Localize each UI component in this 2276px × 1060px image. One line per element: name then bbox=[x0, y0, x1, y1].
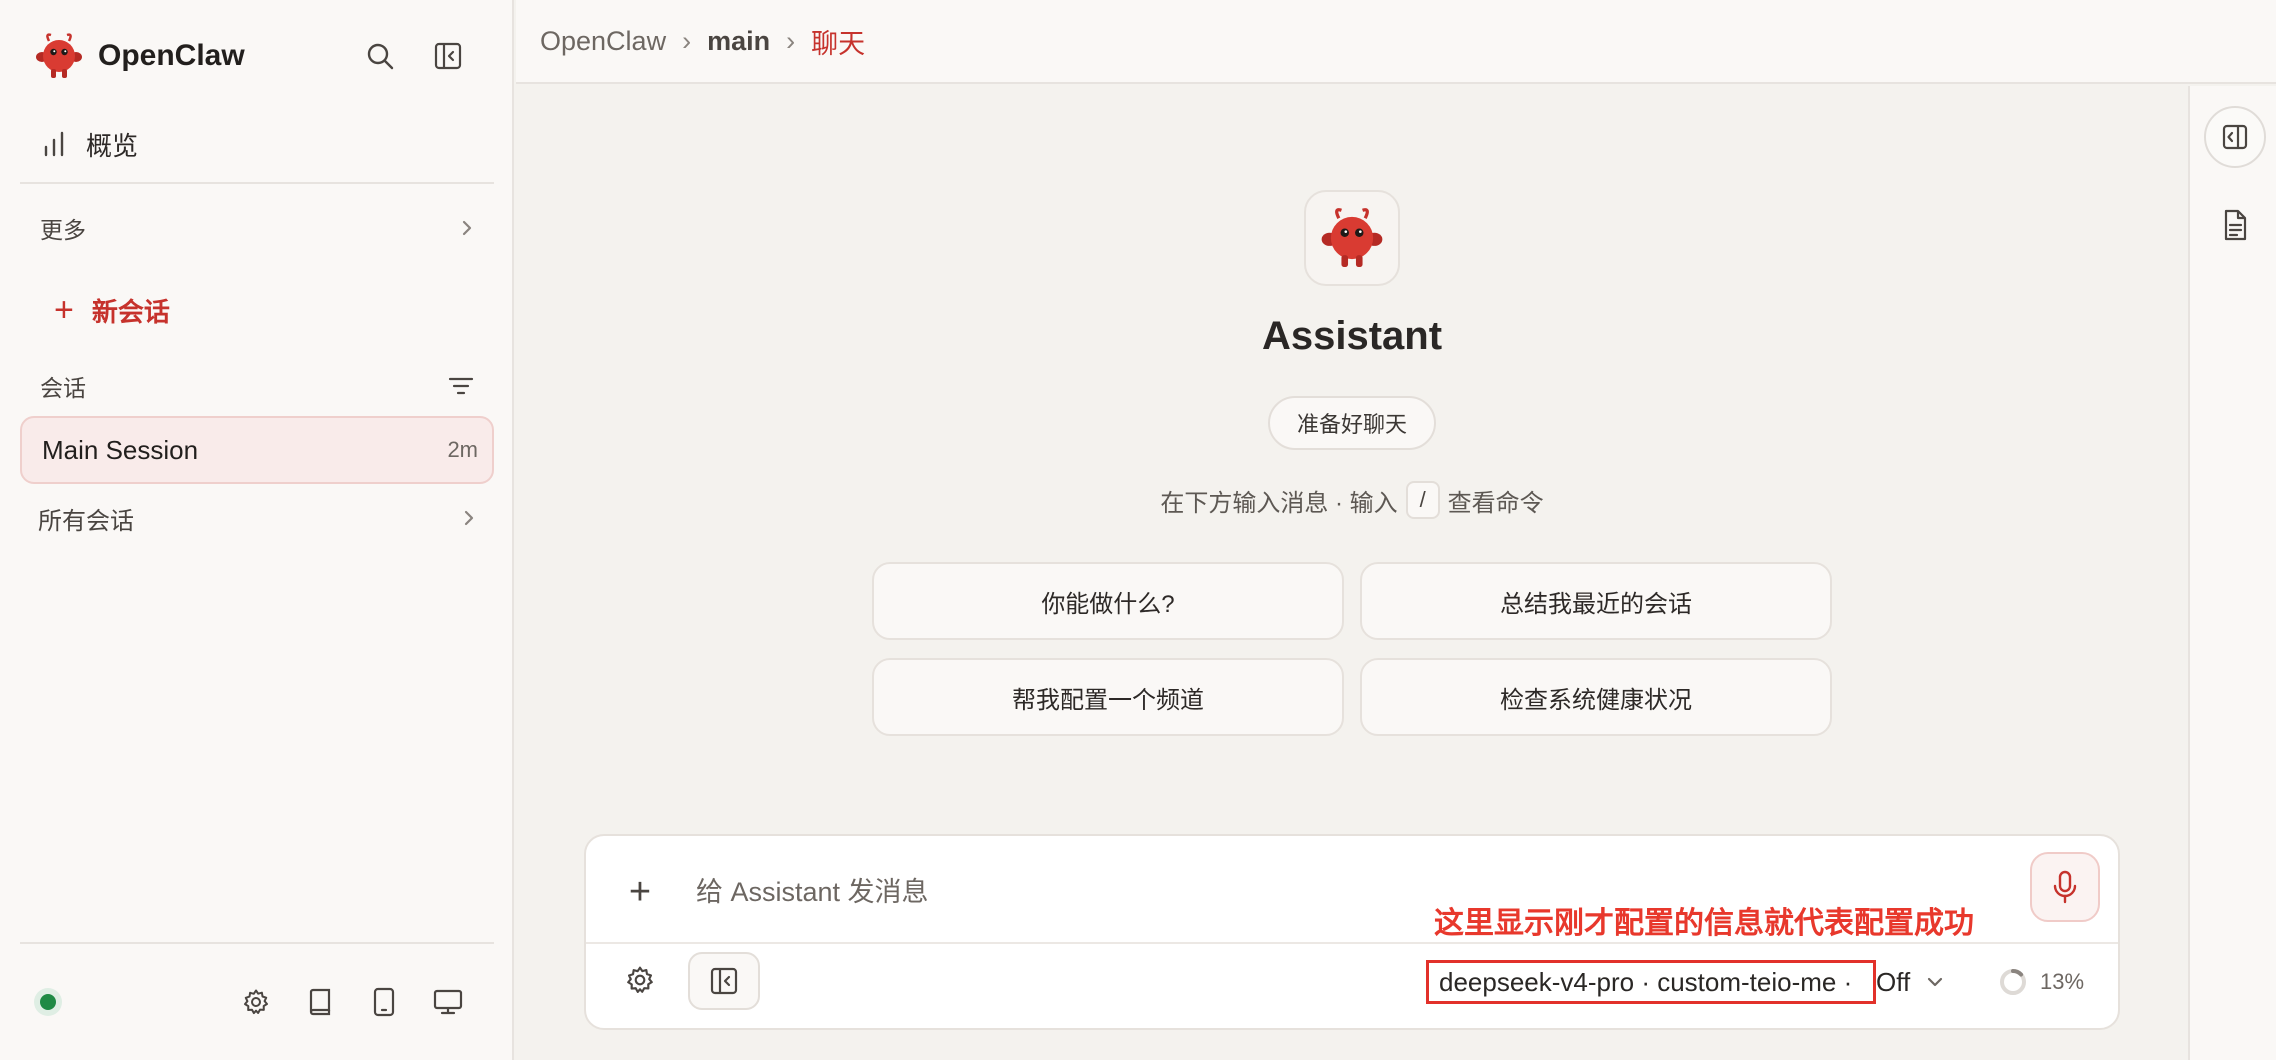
chevron-down-icon bbox=[1928, 977, 1943, 987]
progress-ring-icon bbox=[2000, 969, 2026, 995]
toggle-right-panel-button[interactable] bbox=[2204, 106, 2266, 168]
session-age: 2m bbox=[447, 437, 478, 462]
sidebar-toggle-icon bbox=[434, 42, 462, 70]
desktop-view-button[interactable] bbox=[424, 978, 472, 1026]
voice-input-button[interactable] bbox=[2030, 852, 2100, 922]
hint-text-after: 查看命令 bbox=[1447, 489, 1544, 517]
tablet-icon bbox=[373, 987, 395, 1017]
breadcrumb-agent[interactable]: main bbox=[707, 26, 770, 57]
session-item-main[interactable]: Main Session 2m bbox=[20, 416, 494, 484]
nav-overview-label: 概览 bbox=[86, 130, 139, 161]
app-name: OpenClaw bbox=[98, 39, 245, 72]
suggestion-summarize-sessions[interactable]: 总结我最近的会话 bbox=[1360, 562, 1832, 640]
sessions-header-label: 会话 bbox=[40, 375, 86, 401]
mic-icon bbox=[2053, 870, 2077, 904]
chevron-right-icon bbox=[462, 220, 472, 236]
composer-settings-button[interactable] bbox=[616, 956, 664, 1004]
suggestion-configure-channel[interactable]: 帮我配置一个频道 bbox=[872, 658, 1344, 736]
gear-icon bbox=[627, 966, 653, 993]
hint-text-before: 在下方输入消息 · 输入 bbox=[1160, 489, 1398, 517]
attach-button[interactable]: + bbox=[624, 873, 656, 911]
nav-overview[interactable]: 概览 bbox=[20, 116, 494, 172]
breadcrumb: OpenClaw › main › 聊天 bbox=[516, 0, 2276, 84]
openclaw-logo-icon bbox=[36, 33, 82, 78]
docs-button[interactable] bbox=[296, 978, 344, 1026]
more-label: 更多 bbox=[40, 217, 86, 243]
toggle-panel-button[interactable] bbox=[688, 952, 760, 1010]
more-section[interactable]: 更多 bbox=[20, 204, 494, 252]
document-panel-button[interactable] bbox=[2204, 194, 2266, 256]
search-button[interactable] bbox=[356, 32, 404, 80]
composer-hint: 在下方输入消息 · 输入 / 查看命令 bbox=[952, 478, 1752, 522]
thinking-value: Off bbox=[1876, 966, 1911, 997]
bar-chart-icon bbox=[44, 131, 64, 157]
slash-key: / bbox=[1405, 481, 1440, 519]
sidebar: OpenClaw 概览 更多 + 新会话 会话 Main Session 2m … bbox=[0, 0, 514, 1060]
book-icon bbox=[309, 988, 331, 1016]
sidebar-divider bbox=[20, 182, 494, 184]
brand[interactable]: OpenClaw bbox=[34, 30, 245, 82]
connection-status-indicator bbox=[34, 988, 62, 1016]
filter-sessions-button[interactable] bbox=[448, 375, 474, 397]
monitor-icon bbox=[433, 989, 463, 1015]
document-icon bbox=[2224, 209, 2247, 241]
breadcrumb-root[interactable]: OpenClaw bbox=[540, 26, 666, 57]
annotation-note: 这里显示刚才配置的信息就代表配置成功 bbox=[1434, 907, 1974, 940]
session-title: Main Session bbox=[42, 434, 199, 465]
sidebar-footer-divider bbox=[20, 942, 494, 944]
assistant-avatar bbox=[1304, 190, 1400, 286]
breadcrumb-separator: › bbox=[786, 25, 796, 56]
sidebar-toggle-icon bbox=[710, 967, 738, 995]
tablet-view-button[interactable] bbox=[360, 978, 408, 1026]
suggestion-what-can-you-do[interactable]: 你能做什么? bbox=[872, 562, 1344, 640]
message-composer: + 这里显示刚才配置的信息就代表配置成功 deepseek-v4-pro · c… bbox=[584, 834, 2120, 1030]
assistant-name: Assistant bbox=[1261, 314, 1443, 358]
search-icon bbox=[367, 43, 394, 70]
new-chat-label: 新会话 bbox=[91, 296, 170, 327]
right-rail bbox=[2188, 86, 2276, 1060]
breadcrumb-current: 聊天 bbox=[811, 28, 866, 59]
context-usage: 13% bbox=[1998, 960, 2084, 1004]
chevron-right-icon bbox=[464, 510, 474, 526]
panel-icon bbox=[2222, 124, 2248, 150]
breadcrumb-separator: › bbox=[682, 25, 692, 56]
plus-icon: + bbox=[54, 291, 74, 329]
status-dot-icon bbox=[40, 994, 56, 1010]
collapse-sidebar-button[interactable] bbox=[424, 32, 472, 80]
composer-divider bbox=[586, 942, 2118, 944]
status-badge: 准备好聊天 bbox=[1268, 396, 1436, 450]
gear-icon bbox=[244, 989, 268, 1015]
sessions-header: 会话 bbox=[20, 362, 494, 410]
context-usage-value: 13% bbox=[2040, 969, 2085, 994]
thinking-toggle[interactable]: Off bbox=[1876, 960, 1944, 1004]
all-sessions-link[interactable]: 所有会话 bbox=[20, 494, 494, 542]
filter-icon bbox=[448, 377, 474, 395]
model-selector[interactable]: deepseek-v4-pro · custom-teio-me · bbox=[1426, 960, 1876, 1004]
plus-icon: + bbox=[628, 871, 652, 913]
new-chat-button[interactable]: + 新会话 bbox=[54, 290, 170, 330]
suggestion-check-health[interactable]: 检查系统健康状况 bbox=[1360, 658, 1832, 736]
all-sessions-label: 所有会话 bbox=[38, 507, 134, 535]
settings-button[interactable] bbox=[232, 978, 280, 1026]
openclaw-logo-icon bbox=[1321, 208, 1383, 268]
